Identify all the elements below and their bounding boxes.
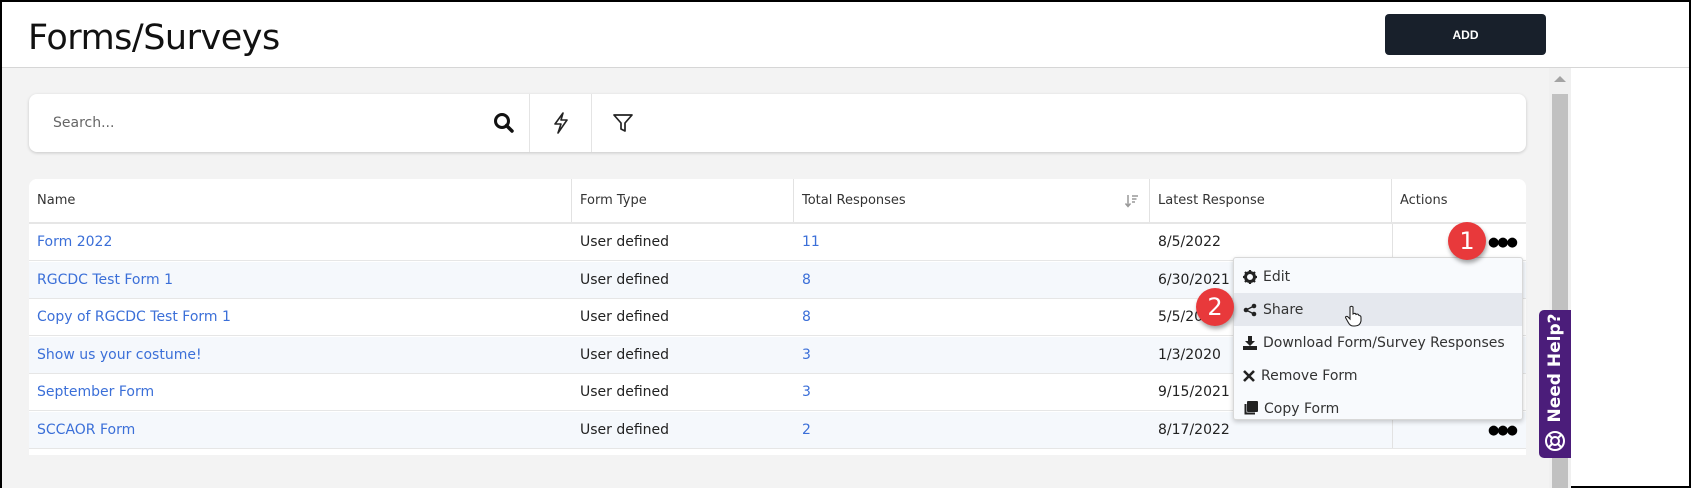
search-input[interactable]	[39, 104, 489, 142]
filter-icon[interactable]	[592, 94, 654, 152]
menu-item-download-responses[interactable]: Download Form/Survey Responses	[1234, 326, 1522, 359]
form-name-link[interactable]: SCCAOR Form	[37, 422, 135, 438]
latest-response: 8/17/2022	[1158, 421, 1230, 438]
menu-item-label: Remove Form	[1261, 367, 1358, 384]
step-badge-2: 2	[1196, 288, 1234, 326]
menu-item-label: Download Form/Survey Responses	[1263, 334, 1505, 351]
total-responses-link[interactable]: 3	[802, 384, 811, 400]
lightning-icon[interactable]	[530, 94, 591, 152]
need-help-tab[interactable]: Need Help?	[1539, 310, 1571, 458]
search-bar	[29, 94, 1526, 152]
form-type: User defined	[580, 309, 670, 325]
lifebuoy-icon	[1545, 431, 1565, 451]
total-responses-link[interactable]: 8	[802, 272, 811, 288]
menu-item-share[interactable]: Share	[1234, 293, 1522, 327]
close-icon	[1243, 369, 1255, 382]
form-type: User defined	[580, 346, 670, 363]
share-icon	[1243, 303, 1257, 316]
page-title: Forms/Surveys	[28, 18, 280, 58]
menu-item-edit[interactable]: Edit	[1234, 260, 1522, 293]
scroll-up-arrow-icon[interactable]	[1554, 76, 1566, 82]
more-actions-icon[interactable]: ●●●	[1488, 235, 1518, 250]
latest-response: 9/15/2021	[1158, 384, 1230, 400]
form-name-link[interactable]: Show us your costume!	[37, 347, 202, 363]
form-type: User defined	[580, 234, 670, 250]
sort-desc-icon[interactable]	[1125, 194, 1139, 208]
step-badge-1: 1	[1448, 222, 1486, 260]
hand-cursor-icon	[1344, 305, 1362, 327]
column-header-total-responses[interactable]: Total Responses	[794, 179, 1150, 222]
add-button[interactable]: ADD	[1385, 14, 1546, 55]
form-type: User defined	[580, 384, 670, 400]
total-responses-link[interactable]: 2	[802, 422, 811, 438]
latest-response: 1/3/2020	[1158, 346, 1221, 363]
latest-response: 8/5/2022	[1158, 234, 1221, 250]
menu-item-label: Copy Form	[1264, 400, 1340, 417]
table-header: Name Form Type Total Responses Latest Re…	[29, 179, 1526, 224]
form-name-link[interactable]: Copy of RGCDC Test Form 1	[37, 309, 231, 325]
form-name-link[interactable]: September Form	[37, 384, 154, 400]
page-header: Forms/Surveys ADD	[2, 2, 1689, 68]
menu-item-label: Edit	[1263, 268, 1291, 285]
form-type: User defined	[580, 421, 670, 438]
total-responses-link[interactable]: 3	[802, 347, 811, 363]
gear-icon	[1243, 269, 1257, 284]
copy-icon	[1244, 401, 1258, 415]
actions-menu: Edit Share Download Form/Survey Response…	[1233, 257, 1523, 420]
menu-item-label: Share	[1263, 301, 1304, 318]
form-type: User defined	[580, 271, 670, 288]
menu-item-remove-form[interactable]: Remove Form	[1234, 359, 1522, 392]
download-icon	[1243, 335, 1257, 350]
column-header-form-type[interactable]: Form Type	[572, 179, 794, 222]
column-header-actions: Actions	[1400, 193, 1448, 208]
table-row: Form 2022 User defined 11 8/5/2022 ●●●	[29, 224, 1526, 261]
search-icon[interactable]	[479, 94, 529, 152]
latest-response: 6/30/2021	[1158, 271, 1230, 288]
menu-item-copy-form[interactable]: Copy Form	[1234, 392, 1522, 425]
column-header-latest-response[interactable]: Latest Response	[1150, 179, 1392, 222]
total-responses-link[interactable]: 11	[802, 234, 820, 250]
form-name-link[interactable]: Form 2022	[37, 234, 112, 250]
total-responses-link[interactable]: 8	[802, 309, 811, 325]
column-header-name[interactable]: Name	[29, 179, 572, 222]
column-label: Total Responses	[802, 193, 906, 208]
need-help-label: Need Help?	[1545, 313, 1565, 423]
form-name-link[interactable]: RGCDC Test Form 1	[37, 272, 173, 288]
